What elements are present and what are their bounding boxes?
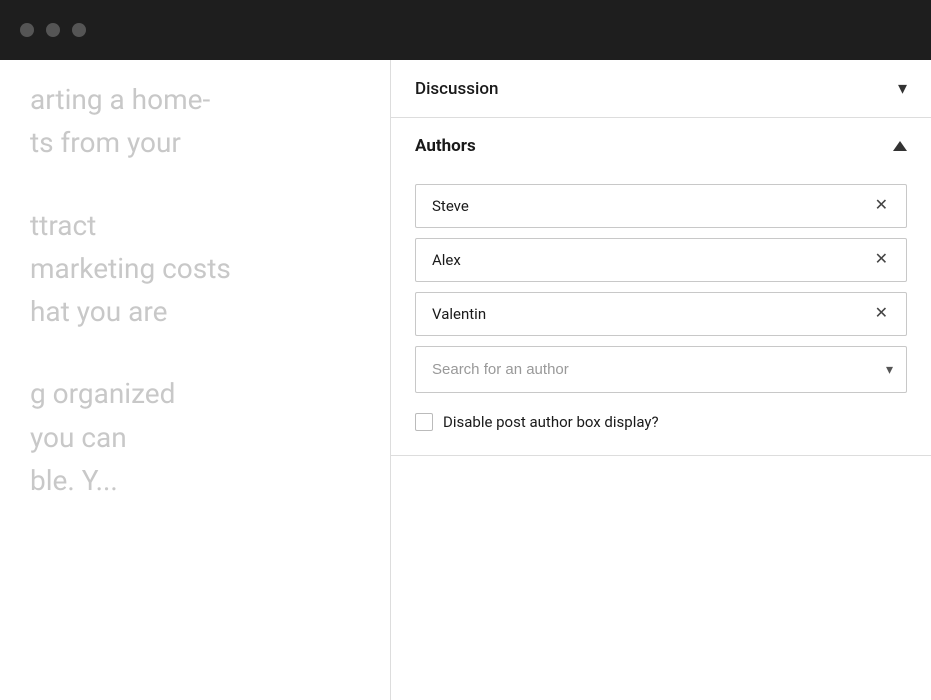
author-tag-valentin: Valentin ✕ xyxy=(415,292,907,336)
right-panel: Discussion ▾ Authors Steve ✕ Alex ✕ xyxy=(391,60,931,700)
author-name-alex: Alex xyxy=(432,251,461,269)
left-line-6: g organized xyxy=(30,374,360,413)
left-line-1: arting a home- xyxy=(30,80,360,119)
disable-author-box-row: Disable post author box display? xyxy=(415,409,907,435)
author-search-input[interactable] xyxy=(415,346,907,393)
left-line-5: hat you are xyxy=(30,292,360,331)
discussion-section-header[interactable]: Discussion ▾ xyxy=(391,60,931,118)
author-tag-steve: Steve ✕ xyxy=(415,184,907,228)
remove-valentin-button[interactable]: ✕ xyxy=(873,306,890,322)
authors-section: Authors Steve ✕ Alex ✕ Valentin ✕ xyxy=(391,118,931,456)
left-line-3: ttract xyxy=(30,206,360,245)
left-line-4: marketing costs xyxy=(30,249,360,288)
author-tag-alex: Alex ✕ xyxy=(415,238,907,282)
traffic-light-2 xyxy=(46,23,60,37)
triangle-up-icon xyxy=(893,141,907,151)
chevron-down-icon: ▾ xyxy=(898,78,907,99)
left-line-8: ble. Y... xyxy=(30,461,360,500)
left-panel-text: arting a home- ts from your ttract marke… xyxy=(30,80,360,500)
left-line-2: ts from your xyxy=(30,123,360,162)
authors-header[interactable]: Authors xyxy=(391,118,931,174)
author-name-valentin: Valentin xyxy=(432,305,486,323)
main-layout: arting a home- ts from your ttract marke… xyxy=(0,60,931,700)
remove-alex-button[interactable]: ✕ xyxy=(873,252,890,268)
authors-content: Steve ✕ Alex ✕ Valentin ✕ ▾ xyxy=(391,174,931,455)
discussion-title: Discussion xyxy=(415,79,498,99)
authors-title: Authors xyxy=(415,136,476,156)
disable-author-box-label: Disable post author box display? xyxy=(443,413,659,431)
author-search-wrapper: ▾ xyxy=(415,346,907,393)
traffic-light-3 xyxy=(72,23,86,37)
traffic-light-1 xyxy=(20,23,34,37)
remove-steve-button[interactable]: ✕ xyxy=(873,198,890,214)
left-panel: arting a home- ts from your ttract marke… xyxy=(0,60,390,700)
author-name-steve: Steve xyxy=(432,197,469,215)
left-line-7: you can xyxy=(30,418,360,457)
disable-author-box-checkbox[interactable] xyxy=(415,413,433,431)
top-bar xyxy=(0,0,931,60)
